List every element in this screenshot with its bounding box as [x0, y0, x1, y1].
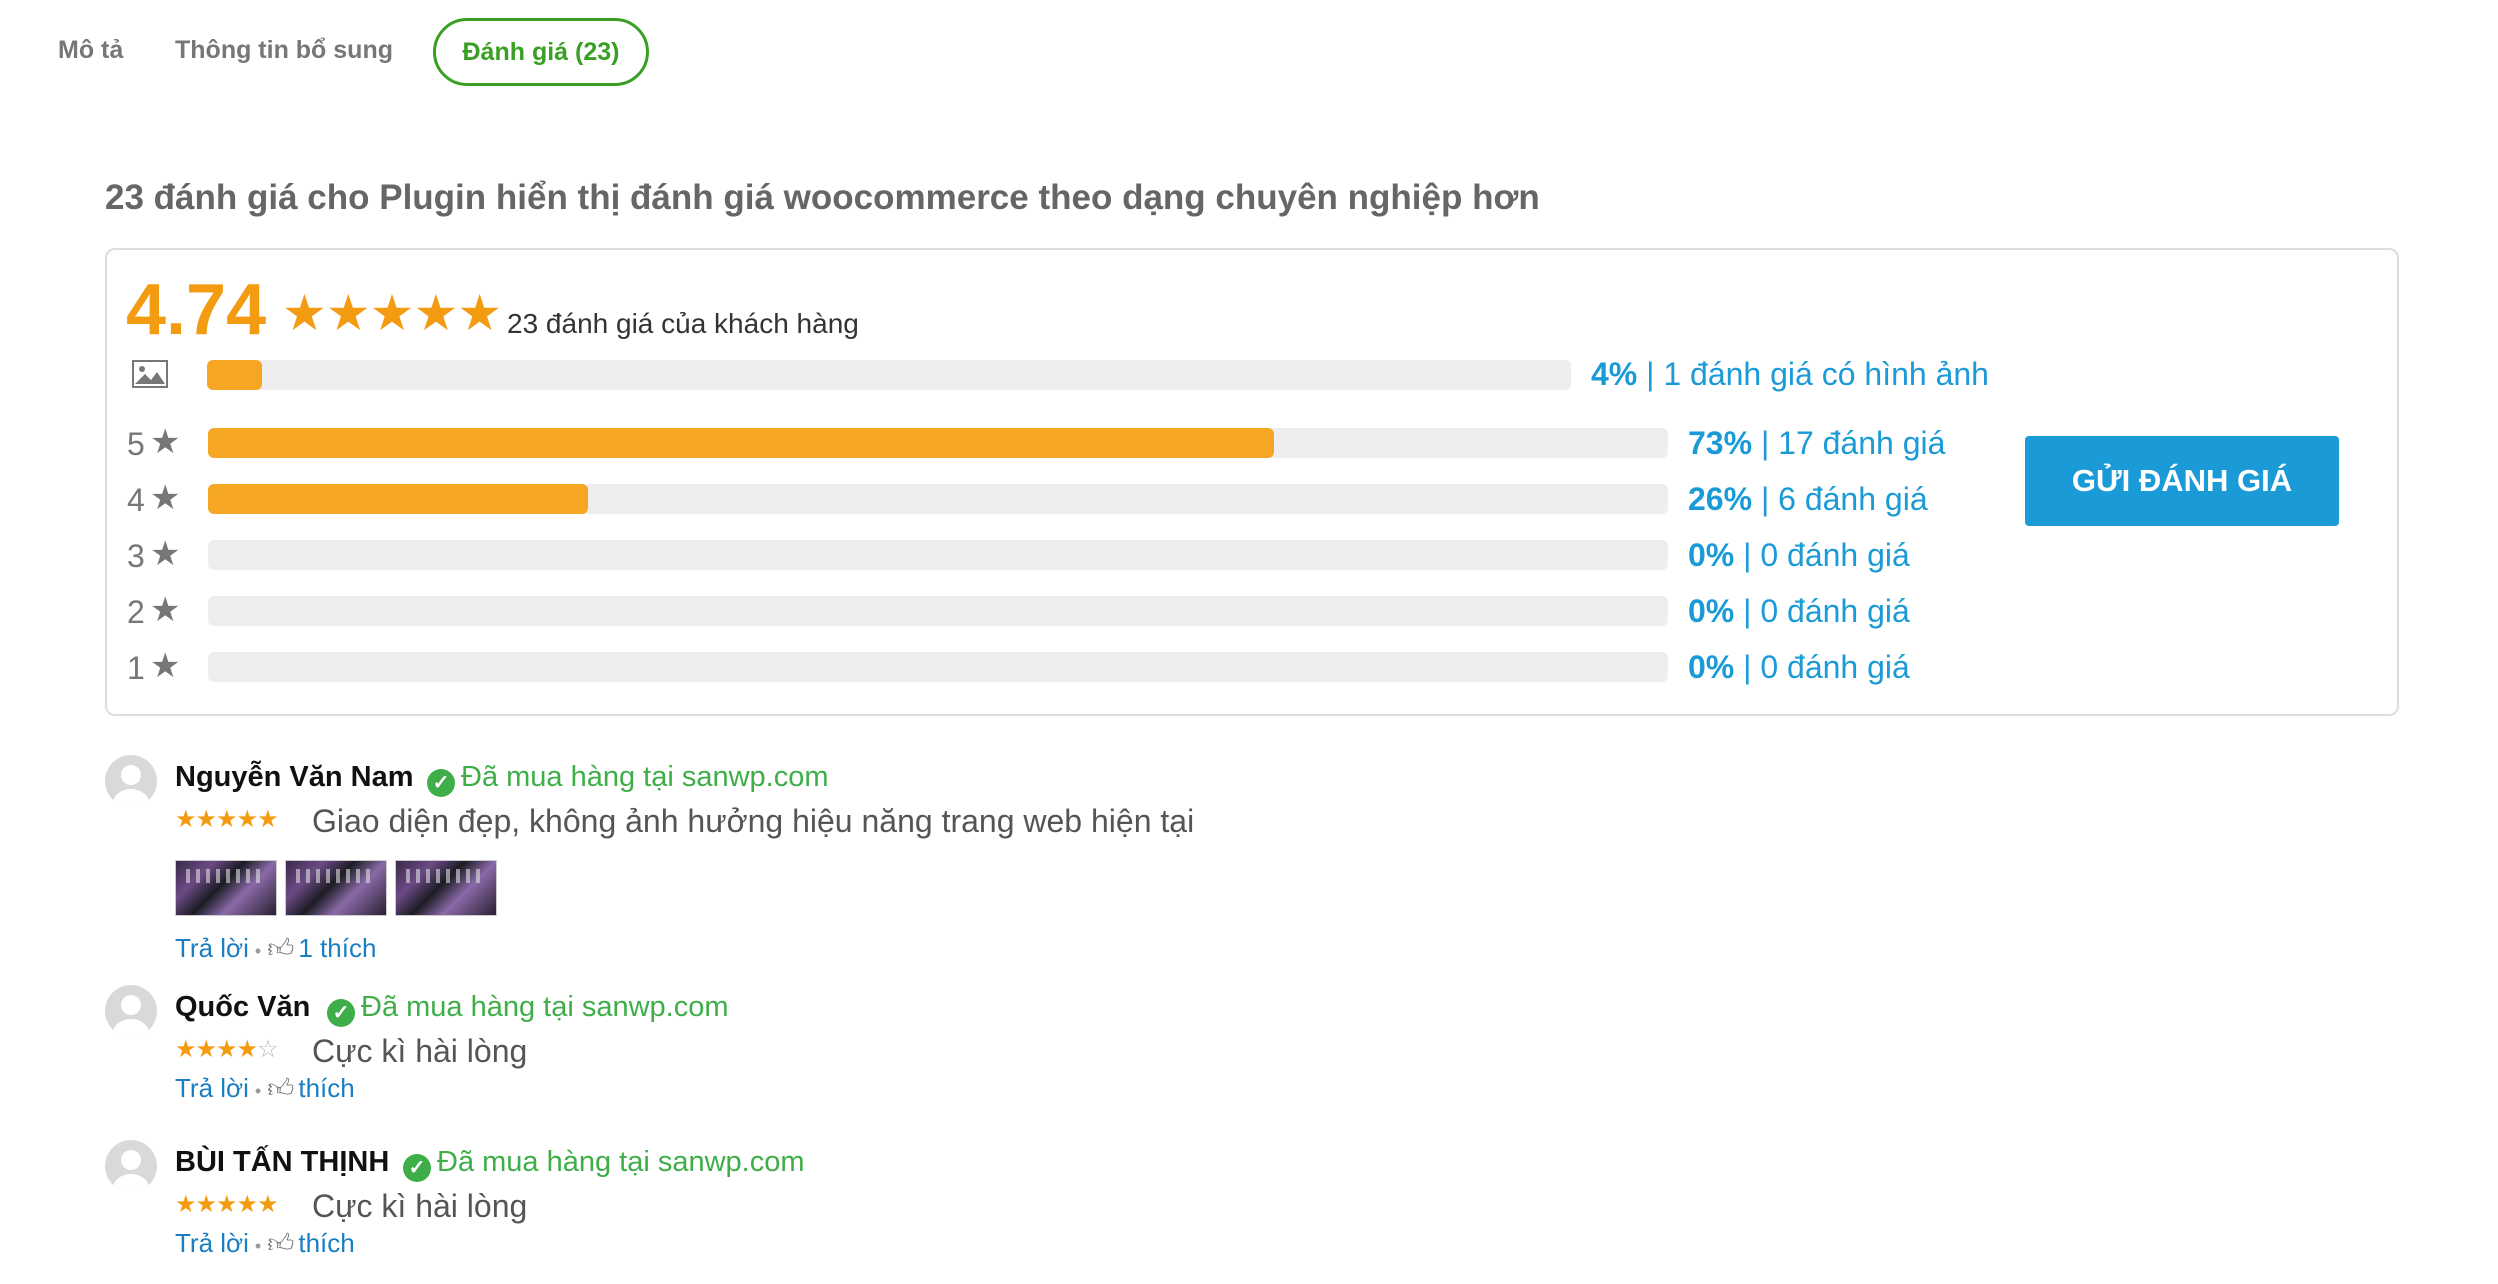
verified-purchase-badge: ✓ Đã mua hàng tại sanwp.com: [327, 990, 729, 1027]
separator-dot: •: [254, 1081, 262, 1101]
review-image-thumbnail[interactable]: [175, 860, 277, 916]
star-icon: ★: [150, 647, 181, 685]
star-icon: ★: [150, 591, 181, 629]
star-rating-text[interactable]: 0% | 0 đánh giá: [1688, 593, 1910, 629]
star-icon: ★: [150, 423, 181, 461]
review-image-thumbnail[interactable]: [285, 860, 387, 916]
star-rating-bar[interactable]: [208, 596, 1668, 626]
images-rating-bar[interactable]: [207, 360, 1571, 390]
reviewer-name: Quốc Văn: [175, 991, 311, 1023]
star-row-label: 4: [127, 482, 145, 518]
review-actions: Trả lời • 👍︎ 1 thích: [175, 933, 376, 966]
star-rating-bar[interactable]: [208, 652, 1668, 682]
review-actions: Trả lời • 👍︎ thích: [175, 1228, 355, 1261]
like-link[interactable]: thích: [298, 1073, 354, 1103]
check-circle-icon: ✓: [327, 999, 355, 1027]
reply-link[interactable]: Trả lời: [175, 1073, 249, 1103]
star-icon: ★: [150, 535, 181, 573]
verified-purchase-badge: ✓ Đã mua hàng tại sanwp.com: [403, 1145, 805, 1182]
thumbs-up-icon[interactable]: 👍︎: [267, 933, 294, 963]
check-circle-icon: ✓: [427, 769, 455, 797]
avatar: [105, 985, 157, 1037]
tab-additional-info[interactable]: Thông tin bổ sung: [175, 36, 393, 65]
star-rating-text[interactable]: 26% | 6 đánh giá: [1688, 481, 1928, 517]
separator-dot: •: [254, 1236, 262, 1256]
like-link[interactable]: 1 thích: [298, 933, 376, 963]
star-rating-text[interactable]: 73% | 17 đánh giá: [1688, 425, 1945, 461]
thumbs-up-icon[interactable]: 👍︎: [267, 1073, 294, 1103]
review-text: Giao diện đẹp, không ảnh hưởng hiệu năng…: [312, 803, 1195, 839]
star-rating-bar[interactable]: [208, 484, 1668, 514]
review-count-text: 23 đánh giá của khách hàng: [507, 308, 859, 339]
review-stars-icon: ★★★★★: [175, 806, 279, 833]
check-circle-icon: ✓: [403, 1154, 431, 1182]
like-link[interactable]: thích: [298, 1228, 354, 1258]
reviewer-name: Nguyễn Văn Nam: [175, 761, 414, 793]
star-rating-bar-fill: [208, 484, 588, 514]
review-stars-icon: ★★★★☆: [175, 1036, 279, 1063]
star-row-label: 5: [127, 426, 145, 462]
review-actions: Trả lời • 👍︎ thích: [175, 1073, 355, 1106]
star-rating-bar-fill: [208, 428, 1274, 458]
star-row-label: 1: [127, 650, 145, 686]
review-text: Cực kì hài lòng: [312, 1188, 528, 1224]
star-icon: ★: [150, 479, 181, 517]
reply-link[interactable]: Trả lời: [175, 1228, 249, 1258]
star-rating-bar[interactable]: [208, 428, 1668, 458]
avatar: [105, 1140, 157, 1192]
image-icon: [132, 360, 168, 388]
tab-reviews[interactable]: Đánh giá (23): [433, 18, 649, 86]
reviews-heading: 23 đánh giá cho Plugin hiển thị đánh giá…: [105, 178, 1540, 217]
verified-purchase-badge: ✓ Đã mua hàng tại sanwp.com: [427, 760, 829, 797]
submit-review-button[interactable]: GỬI ĐÁNH GIÁ: [2025, 436, 2339, 526]
separator-dot: •: [254, 941, 262, 961]
tab-description[interactable]: Mô tả: [58, 36, 123, 65]
star-rating-text[interactable]: 0% | 0 đánh giá: [1688, 537, 1910, 573]
avatar: [105, 755, 157, 807]
star-rating-text[interactable]: 0% | 0 đánh giá: [1688, 649, 1910, 685]
images-rating-text[interactable]: 4% | 1 đánh giá có hình ảnh: [1591, 356, 1989, 392]
reply-link[interactable]: Trả lời: [175, 933, 249, 963]
average-rating: 4.74: [126, 270, 267, 350]
thumbs-up-icon[interactable]: 👍︎: [267, 1228, 294, 1258]
review-stars-icon: ★★★★★: [175, 1191, 279, 1218]
review-text: Cực kì hài lòng: [312, 1033, 528, 1069]
reviewer-name: BÙI TẤN THỊNH: [175, 1146, 390, 1178]
star-rating-bar[interactable]: [208, 540, 1668, 570]
average-stars-icon: ★★★★★: [282, 285, 502, 341]
review-image-thumbnail[interactable]: [395, 860, 497, 916]
images-rating-bar-fill: [207, 360, 262, 390]
star-row-label: 2: [127, 594, 145, 630]
star-row-label: 3: [127, 538, 145, 574]
